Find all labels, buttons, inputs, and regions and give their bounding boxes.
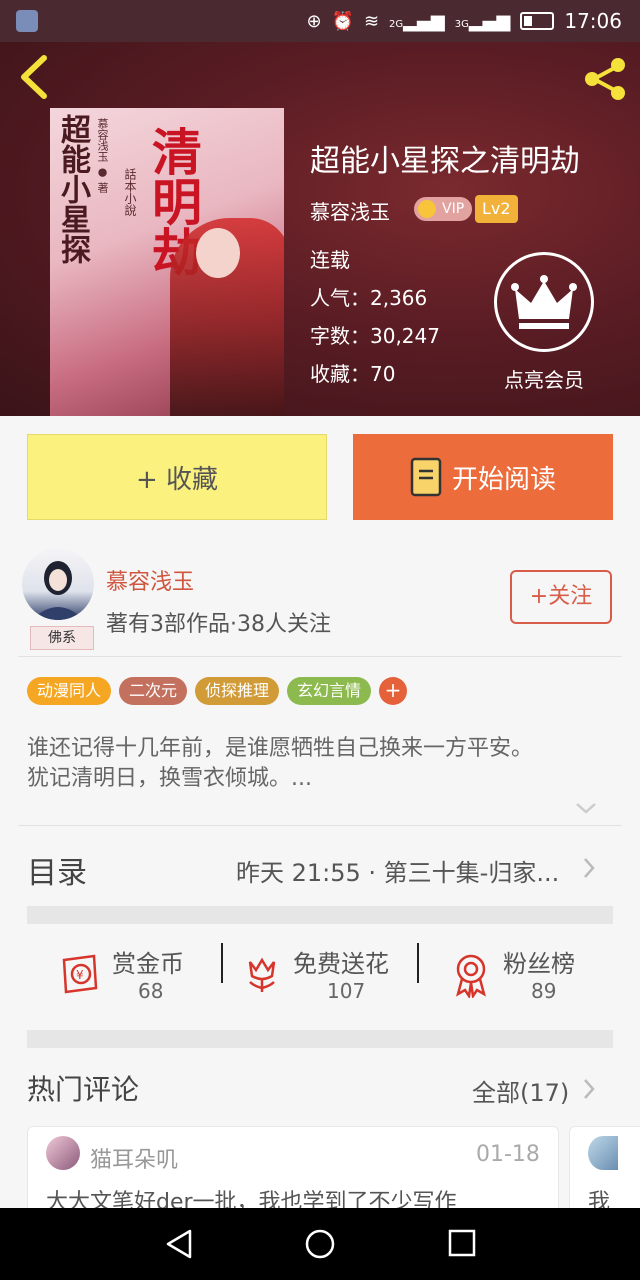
signal-3g-icon: 3G▂▄▆ xyxy=(454,10,511,32)
app-notification-icon xyxy=(16,10,38,32)
book-author[interactable]: 慕容浅玉 xyxy=(310,196,390,225)
expand-chevron-icon[interactable] xyxy=(574,800,598,816)
alarm-icon: ⏰ xyxy=(331,10,354,32)
start-reading-button[interactable]: 开始阅读 xyxy=(353,434,613,520)
crown-icon xyxy=(511,275,577,329)
section-separator xyxy=(27,906,613,924)
cover-character-face xyxy=(196,228,240,278)
medal-icon[interactable] xyxy=(450,952,492,998)
book-cover[interactable]: 超能小星探 慕容浅玉 ● 著 話本小說 清明劫 xyxy=(50,108,284,416)
back-arrow-icon[interactable] xyxy=(14,52,54,102)
vip-badge: VIP xyxy=(414,197,473,221)
collect-button[interactable]: + 收藏 xyxy=(27,434,327,520)
author-avatar[interactable] xyxy=(22,548,94,620)
signal-2g-icon: 2G▂▄▆ xyxy=(389,10,445,32)
member-button[interactable] xyxy=(494,252,594,352)
nav-recents-icon[interactable] xyxy=(448,1229,476,1257)
cover-tag: 話本小說 xyxy=(123,168,137,216)
author-meta: 著有3部作品·38人关注 xyxy=(106,612,331,637)
svg-text:¥: ¥ xyxy=(76,968,84,982)
add-tag-button[interactable]: + xyxy=(379,677,408,705)
tag-list: 动漫同人 二次元 侦探推理 玄幻言情 + xyxy=(27,677,408,705)
tag-item[interactable]: 动漫同人 xyxy=(27,677,112,705)
book-icon xyxy=(410,457,442,497)
book-word-count: 字数：30,247 xyxy=(310,324,440,348)
vip-crown-icon xyxy=(418,200,436,218)
book-status: 连载 xyxy=(310,248,350,272)
member-label[interactable]: 点亮会员 xyxy=(494,364,594,393)
cover-subtitle: 超能小星探 xyxy=(55,114,90,264)
commenter-avatar[interactable] xyxy=(588,1136,618,1170)
book-title: 超能小星探之清明劫 xyxy=(310,144,580,179)
book-description[interactable]: 谁还记得十几年前，是谁愿牺牲自己换来一方平安。 犹记清明日，换雪衣倾城。... xyxy=(27,734,617,794)
tag-item[interactable]: 侦探推理 xyxy=(195,677,280,705)
stats-divider xyxy=(221,943,223,983)
system-nav-bar xyxy=(0,1208,640,1280)
stats-divider xyxy=(417,943,419,983)
wifi-icon: ≋ xyxy=(363,10,380,32)
nav-home-icon[interactable] xyxy=(304,1228,336,1260)
divider xyxy=(18,825,622,826)
book-favorites: 收藏：70 xyxy=(310,362,396,386)
status-icons: ⊕ ⏰ ≋ 2G▂▄▆ 3G▂▄▆ 17:06 xyxy=(306,8,622,34)
commenter-name[interactable]: 猫耳朵叽 xyxy=(90,1142,178,1174)
divider xyxy=(18,656,622,657)
avatar-illustration xyxy=(32,561,84,620)
hot-comments-label: 热门评论 xyxy=(27,1073,140,1106)
author-badge: 佛系 xyxy=(30,626,94,650)
chevron-right-icon[interactable] xyxy=(582,1077,596,1101)
latest-chapter[interactable]: 昨天 21:55 · 第三十集-归家... xyxy=(236,853,559,888)
status-bar: ⊕ ⏰ ≋ 2G▂▄▆ 3G▂▄▆ 17:06 xyxy=(0,0,640,42)
share-icon[interactable] xyxy=(580,54,630,104)
commenter-avatar[interactable] xyxy=(46,1136,80,1170)
reward-coins-stat[interactable]: 赏金币 68 xyxy=(112,944,184,1003)
toc-label[interactable]: 目录 xyxy=(27,848,87,892)
tag-item[interactable]: 二次元 xyxy=(119,677,188,705)
tag-item[interactable]: 玄幻言情 xyxy=(287,677,372,705)
author-name[interactable]: 慕容浅玉 xyxy=(106,564,194,596)
cover-author: 慕容浅玉 ● 著 xyxy=(96,118,109,193)
level-badge: Lv2 xyxy=(475,195,518,223)
status-time: 17:06 xyxy=(564,9,622,33)
data-saver-icon: ⊕ xyxy=(306,10,322,32)
follow-button[interactable]: +关注 xyxy=(510,570,612,624)
comment-date: 01-18 xyxy=(476,1142,540,1167)
reward-envelope-icon[interactable]: ¥ xyxy=(56,950,102,996)
all-comments-link[interactable]: 全部(17) xyxy=(472,1073,569,1108)
chevron-right-icon[interactable] xyxy=(582,856,596,880)
fan-ranking-stat[interactable]: 粉丝榜 89 xyxy=(503,944,575,1003)
send-flowers-stat[interactable]: 免费送花 107 xyxy=(293,944,389,1003)
book-popularity: 人气：2,366 xyxy=(310,286,428,310)
nav-back-icon[interactable] xyxy=(164,1228,194,1260)
battery-icon xyxy=(520,12,555,30)
section-separator xyxy=(27,1030,613,1048)
flower-icon[interactable] xyxy=(242,952,282,996)
